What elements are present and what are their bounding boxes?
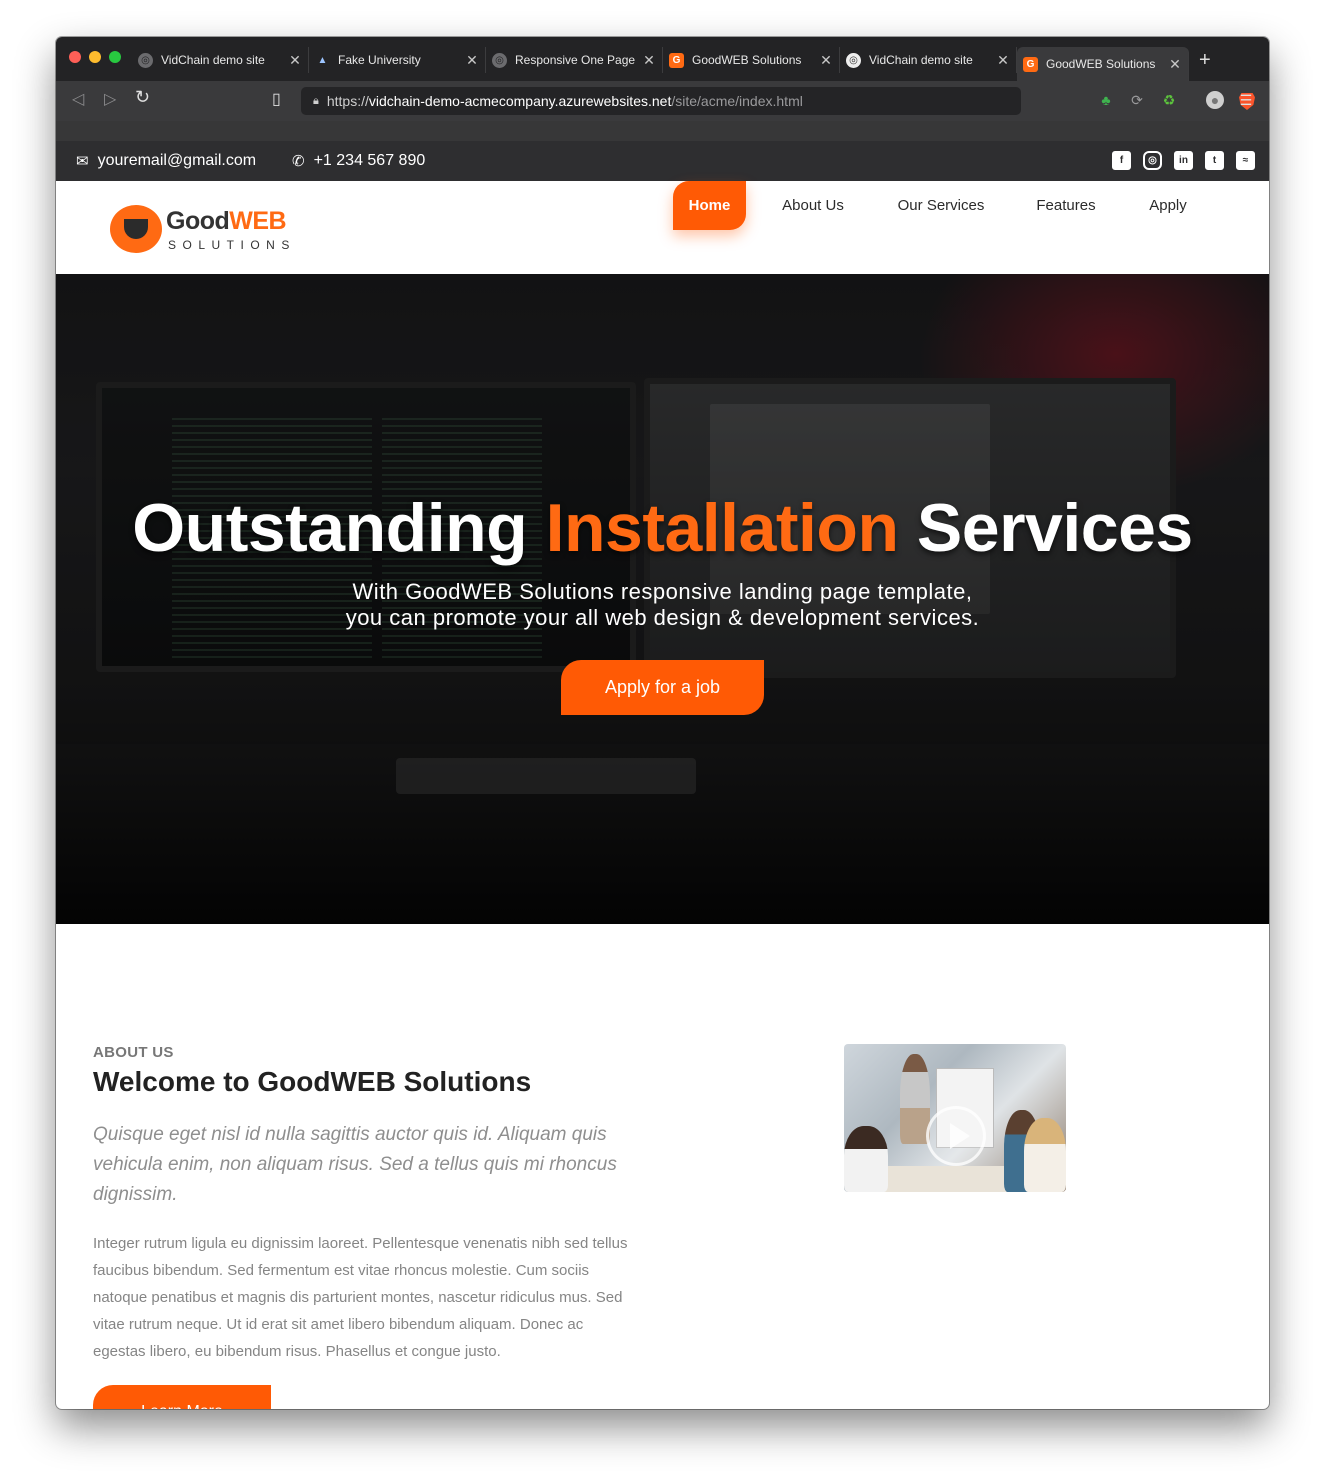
tab-title: Responsive One Page: [515, 53, 636, 67]
logo-wordmark: GoodWEB: [166, 207, 287, 236]
close-tab-icon[interactable]: ✕: [996, 52, 1010, 69]
forward-icon[interactable]: ▷: [104, 89, 116, 109]
envelope-icon: ✉: [76, 153, 89, 170]
logo-good: Good: [166, 207, 230, 235]
reload-icon[interactable]: ↻: [135, 87, 150, 108]
browser-window: ◎ VidChain demo site ✕ ▲ Fake University…: [56, 37, 1269, 1409]
tab-vidchain-2[interactable]: ◎ VidChain demo site ✕: [840, 47, 1017, 73]
tab-vidchain-1[interactable]: ◎ VidChain demo site ✕: [132, 47, 309, 73]
play-icon[interactable]: [926, 1106, 986, 1166]
about-lead: Quisque eget nisl id nulla sagittis auct…: [93, 1124, 617, 1205]
nav-home[interactable]: Home: [673, 181, 746, 230]
globe-icon: ◎: [492, 52, 507, 68]
url-scheme: https://: [326, 93, 369, 109]
tab-goodweb-active[interactable]: G GoodWEB Solutions ✕: [1017, 47, 1189, 81]
sync-extension-icon[interactable]: ♻: [1160, 91, 1178, 109]
tab-bar: ◎ VidChain demo site ✕ ▲ Fake University…: [56, 37, 1269, 81]
close-tab-icon[interactable]: ✕: [819, 52, 833, 69]
phone-contact[interactable]: ✆ +1 234 567 890: [292, 152, 425, 170]
email-contact[interactable]: ✉ youremail@gmail.com: [76, 152, 256, 170]
about-body: Integer rutrum ligula eu dignissim laore…: [93, 1235, 628, 1360]
phone-icon: ✆: [292, 153, 305, 170]
apply-for-job-button[interactable]: Apply for a job: [561, 660, 764, 715]
hero-title-part1: Outstanding: [132, 490, 528, 566]
tab-title: GoodWEB Solutions: [1046, 57, 1156, 71]
goodweb-logo[interactable]: GoodWEB SOLUTIONS: [110, 203, 300, 255]
hero-subtitle-line2: you can promote your all web design & de…: [345, 605, 980, 630]
video-person: [844, 1126, 888, 1192]
close-tab-icon[interactable]: ✕: [288, 52, 302, 69]
maximize-window-button[interactable]: [109, 51, 121, 63]
phone-text: +1 234 567 890: [313, 152, 426, 169]
menu-icon[interactable]: ☰: [1237, 91, 1255, 109]
learn-more-button[interactable]: Learn More: [93, 1385, 271, 1409]
tab-title: Fake University: [338, 53, 421, 67]
about-title: Welcome to GoodWEB Solutions: [93, 1066, 532, 1097]
hero-section: Outstanding Installation Services With G…: [56, 274, 1269, 924]
extension-icon[interactable]: ⟳: [1128, 91, 1146, 109]
profile-avatar-icon[interactable]: ●: [1206, 91, 1224, 109]
evernote-icon[interactable]: ♣: [1097, 91, 1115, 109]
rss-icon[interactable]: ≈: [1236, 151, 1255, 170]
nav-apply[interactable]: Apply: [1138, 181, 1198, 230]
minimize-window-button[interactable]: [89, 51, 101, 63]
graduation-cap-icon: ▲: [317, 54, 328, 66]
tab-title: GoodWEB Solutions: [692, 53, 802, 67]
close-tab-icon[interactable]: ✕: [1168, 56, 1182, 73]
nav-features[interactable]: Features: [1026, 181, 1106, 230]
nav-about-us[interactable]: About Us: [772, 181, 854, 230]
hero-title: Outstanding Installation Services: [56, 489, 1269, 567]
globe-icon: ◎: [138, 52, 153, 68]
video-person: [1024, 1118, 1066, 1192]
email-text: youremail@gmail.com: [97, 152, 257, 169]
tab-title: VidChain demo site: [869, 53, 973, 67]
new-tab-button[interactable]: +: [1199, 50, 1211, 70]
twitter-icon[interactable]: t: [1205, 151, 1224, 170]
contact-bar: ✉ youremail@gmail.com ✆ +1 234 567 890 f…: [56, 141, 1269, 181]
facebook-icon[interactable]: f: [1112, 151, 1131, 170]
logo-mark-icon: [110, 205, 162, 253]
hero-title-accent: Installation: [545, 490, 899, 566]
goodweb-logo-icon: G: [669, 52, 684, 68]
close-window-button[interactable]: [69, 51, 81, 63]
globe-icon: ◎: [846, 52, 861, 68]
close-tab-icon[interactable]: ✕: [465, 52, 479, 69]
logo-web: WEB: [229, 207, 287, 235]
tab-fake-university[interactable]: ▲ Fake University ✕: [309, 47, 486, 73]
instagram-icon[interactable]: ◎: [1143, 151, 1162, 170]
bookmark-icon[interactable]: ▯: [272, 89, 281, 109]
address-bar[interactable]: 🔒︎ https://vidchain-demo-acmecompany.azu…: [301, 87, 1255, 115]
linkedin-icon[interactable]: in: [1174, 151, 1193, 170]
tab-title: VidChain demo site: [161, 53, 265, 67]
url-host: vidchain-demo-acmecompany.azurewebsites.…: [368, 93, 672, 109]
back-icon[interactable]: ◁: [72, 89, 84, 109]
logo-subtitle: SOLUTIONS: [168, 238, 296, 252]
site-header: GoodWEB SOLUTIONS Home About Us Our Serv…: [56, 181, 1269, 274]
hero-title-part2: Services: [916, 490, 1193, 566]
tab-goodweb-1[interactable]: G GoodWEB Solutions ✕: [663, 47, 840, 73]
hero-subtitle-line1: With GoodWEB Solutions responsive landin…: [352, 579, 973, 604]
about-eyebrow: ABOUT US: [93, 1044, 174, 1061]
lock-icon: 🔒︎: [313, 94, 319, 107]
browser-toolbar: ◁ ▷ ↻ ▯ 🔒︎ https://vidchain-demo-acmecom…: [56, 81, 1269, 121]
close-tab-icon[interactable]: ✕: [642, 52, 656, 69]
nav-our-services[interactable]: Our Services: [888, 181, 994, 230]
hero-subtitle: With GoodWEB Solutions responsive landin…: [56, 579, 1269, 631]
url-path: /site/acme/index.html: [671, 93, 803, 109]
tab-responsive-one-page[interactable]: ◎ Responsive One Page ✕: [486, 47, 663, 73]
goodweb-logo-icon: G: [1023, 56, 1038, 72]
about-video-thumbnail[interactable]: [844, 1044, 1066, 1192]
